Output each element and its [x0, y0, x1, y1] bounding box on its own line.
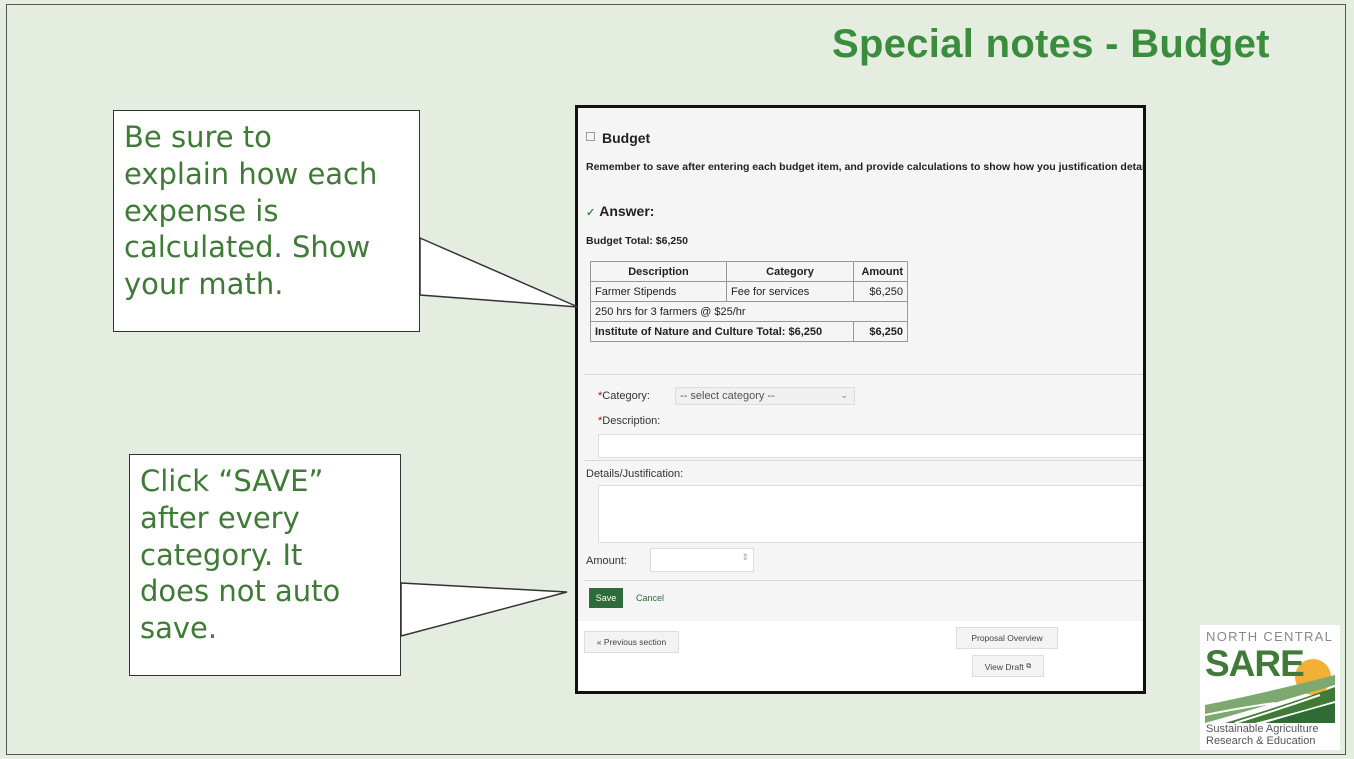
callout-pointer-top [419, 236, 579, 308]
callout-pointers [400, 236, 579, 637]
callout-pointer-bottom [400, 582, 568, 637]
